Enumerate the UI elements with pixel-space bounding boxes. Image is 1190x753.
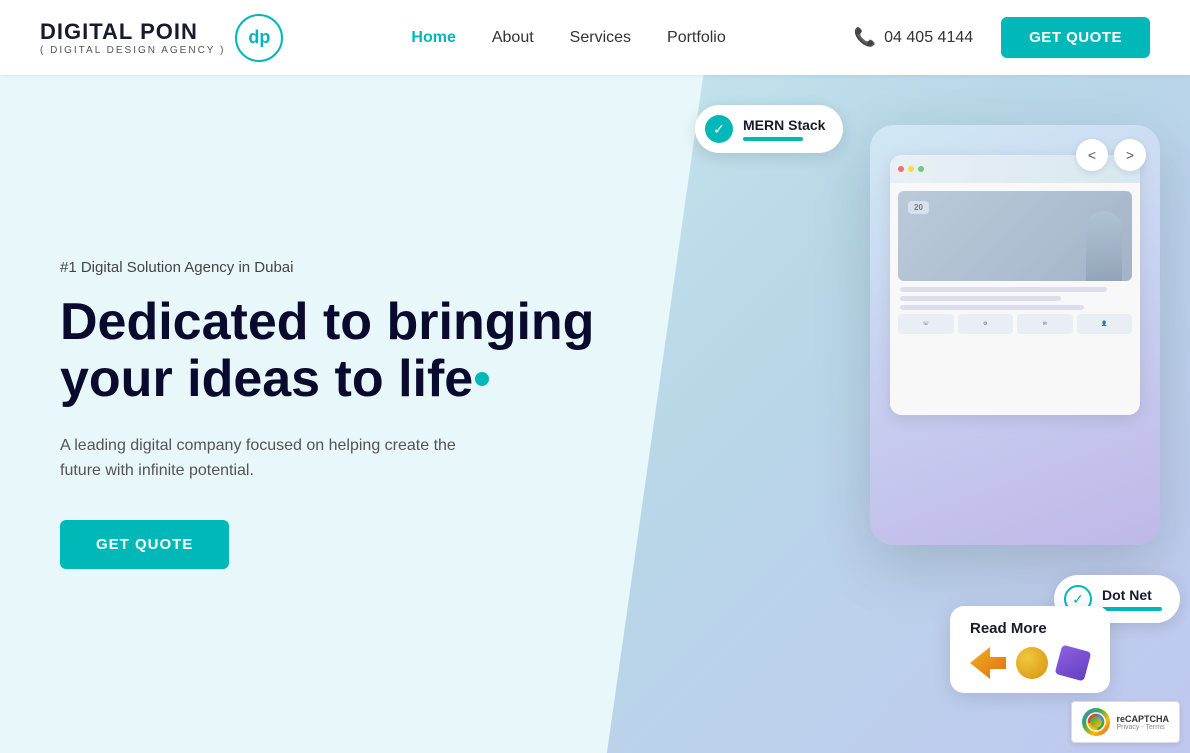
hero-get-quote-button[interactable]: GET QUOTE — [60, 520, 229, 569]
header-right: 📞 04 405 4144 GET QUOTE — [854, 17, 1150, 58]
mockup-card: < > 20 — [870, 125, 1160, 545]
recaptcha-badge: reCAPTCHA Privacy - Terms — [1071, 701, 1180, 743]
logo-icon: dp — [235, 14, 283, 62]
mockup-nav-item-3: ✉ — [1017, 314, 1073, 334]
dot-yellow — [908, 166, 914, 172]
mockup-content-area: 20 ☏ ⚙ — [890, 183, 1140, 415]
logo-title: DIGITAL POIN — [40, 19, 225, 45]
mockup-nav-item-2: ⚙ — [958, 314, 1014, 334]
prev-arrow-button[interactable]: < — [1076, 139, 1108, 171]
mockup-nav-row: ☏ ⚙ ✉ 👤 — [898, 314, 1132, 334]
card-nav-arrows: < > — [1076, 139, 1146, 171]
nav-portfolio[interactable]: Portfolio — [667, 29, 726, 47]
nav-about[interactable]: About — [492, 29, 534, 47]
mern-stack-badge: ✓ MERN Stack — [695, 105, 843, 153]
logo-subtitle: ( DIGITAL DESIGN AGENCY ) — [40, 45, 225, 56]
hero-description: A leading digital company focused on hel… — [60, 433, 500, 484]
dotnet-bar — [1102, 607, 1162, 611]
dotnet-label: Dot Net — [1102, 587, 1162, 603]
header-get-quote-button[interactable]: GET QUOTE — [1001, 17, 1150, 58]
recaptcha-terms: Privacy - Terms — [1116, 724, 1169, 731]
mockup-nav-item-1: ☏ — [898, 314, 954, 334]
recaptcha-brand: reCAPTCHA — [1116, 714, 1169, 724]
recaptcha-icon — [1082, 708, 1110, 736]
hero-subtitle: #1 Digital Solution Agency in Dubai — [60, 259, 595, 276]
dotnet-text: Dot Net — [1102, 587, 1162, 611]
arrow-3d-icon — [970, 647, 1006, 679]
mockup-nav-item-4: 👤 — [1077, 314, 1133, 334]
recaptcha-text: reCAPTCHA Privacy - Terms — [1116, 714, 1169, 731]
hero-title-line1: Dedicated to bringing — [60, 293, 594, 351]
highlight-dot — [475, 372, 489, 386]
hero-right: ✓ MERN Stack < > — [595, 75, 1190, 753]
next-arrow-button[interactable]: > — [1114, 139, 1146, 171]
hero-title-line2: your ideas to life — [60, 350, 489, 408]
nav-services[interactable]: Services — [570, 29, 631, 47]
phone-icon: 📞 — [854, 27, 876, 48]
mockup-line-2 — [900, 296, 1061, 301]
dot-green — [918, 166, 924, 172]
mockup-image: 20 — [898, 191, 1132, 281]
logo-area: DIGITAL POIN ( DIGITAL DESIGN AGENCY ) d… — [40, 14, 283, 62]
mockup-image-inner: 20 — [898, 191, 1132, 281]
hero-left: #1 Digital Solution Agency in Dubai Dedi… — [0, 259, 595, 569]
hero-title: Dedicated to bringing your ideas to life — [60, 294, 595, 408]
mern-text: MERN Stack — [743, 117, 825, 141]
read-more-icons — [970, 647, 1090, 679]
mockup-line-1 — [900, 287, 1107, 292]
read-more-title: Read More — [970, 620, 1090, 637]
read-more-card: Read More — [950, 606, 1110, 693]
main-nav: Home About Services Portfolio — [411, 29, 725, 47]
mern-label: MERN Stack — [743, 117, 825, 133]
mockup-text-lines — [898, 287, 1132, 310]
mern-check-icon: ✓ — [705, 115, 733, 143]
phone-number: 04 405 4144 — [884, 29, 973, 47]
hero-section: #1 Digital Solution Agency in Dubai Dedi… — [0, 75, 1190, 753]
mockup-line-3 — [900, 305, 1084, 310]
header: DIGITAL POIN ( DIGITAL DESIGN AGENCY ) d… — [0, 0, 1190, 75]
dot-red — [898, 166, 904, 172]
phone-area: 📞 04 405 4144 — [854, 27, 973, 48]
logo-text-block: DIGITAL POIN ( DIGITAL DESIGN AGENCY ) — [40, 19, 225, 56]
mockup-bg-overlay — [898, 191, 1132, 281]
mern-bar — [743, 137, 803, 141]
mockup-screen: 20 ☏ ⚙ — [890, 155, 1140, 415]
sphere-icon — [1016, 647, 1048, 679]
nav-home[interactable]: Home — [411, 29, 455, 47]
cube-icon — [1055, 645, 1092, 682]
